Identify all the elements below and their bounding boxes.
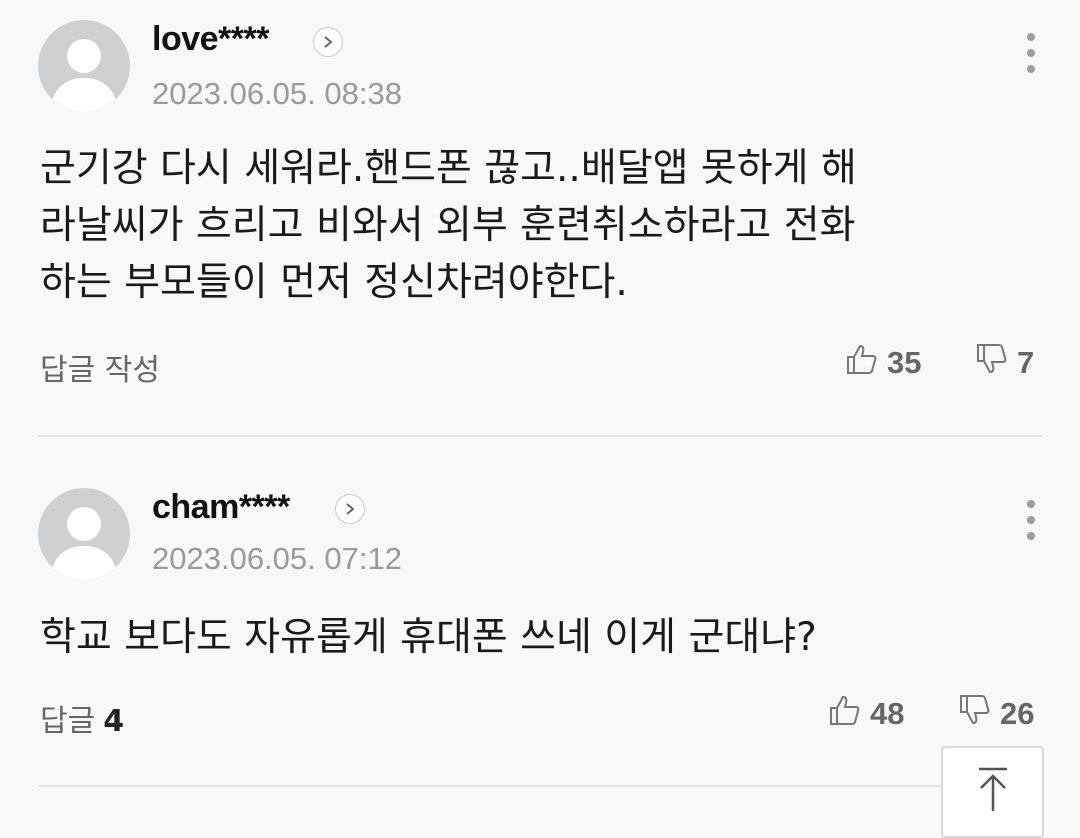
more-vertical-icon[interactable] — [1022, 497, 1040, 543]
reply-button[interactable]: 답글 4 — [40, 696, 124, 740]
thumbs-down-icon — [958, 693, 992, 735]
thumbs-up-icon — [845, 342, 879, 384]
reply-write-button[interactable]: 답글 작성 — [40, 345, 160, 389]
comment-body: 군기강 다시 세워라.핸드폰 끊고..배달앱 못하게 해 라날씨가 흐리고 비와… — [40, 146, 857, 305]
like-count: 35 — [887, 345, 922, 380]
like-button[interactable]: 35 — [845, 342, 921, 384]
comment-body: 학교 보다도 자유롭게 휴대폰 쓰네 이게 군대냐? — [40, 615, 817, 660]
dislike-button[interactable]: 26 — [958, 693, 1034, 735]
dislike-count: 7 — [1017, 345, 1035, 380]
reply-label: 답글 — [40, 704, 96, 739]
like-button[interactable]: 48 — [828, 693, 904, 735]
scroll-top-button[interactable] — [941, 746, 1044, 838]
comment-timestamp: 2023.06.05. 07:12 — [152, 541, 402, 576]
reply-count: 4 — [103, 704, 125, 739]
dislike-count: 26 — [1000, 696, 1035, 731]
more-vertical-icon[interactable] — [1022, 30, 1040, 76]
comment-username[interactable]: love**** — [152, 20, 269, 59]
comment-timestamp: 2023.06.05. 08:38 — [152, 76, 402, 111]
comment-divider — [38, 785, 1042, 787]
default-avatar-icon[interactable] — [38, 488, 130, 580]
reply-label: 답글 작성 — [40, 353, 160, 388]
comment-username[interactable]: cham**** — [152, 488, 290, 527]
default-avatar-icon[interactable] — [38, 20, 130, 112]
chevron-right-icon[interactable] — [335, 494, 365, 524]
arrow-up-icon — [973, 766, 1013, 818]
thumbs-up-icon — [828, 693, 862, 735]
chevron-right-icon[interactable] — [313, 27, 343, 57]
dislike-button[interactable]: 7 — [975, 342, 1034, 384]
comment-item: love**** 2023.06.05. 08:38 군기강 다시 세워라.핸드… — [0, 0, 1080, 436]
comment-item: cham**** 2023.06.05. 07:12 학교 보다도 자유롭게 휴… — [0, 437, 1080, 787]
thumbs-down-icon — [975, 342, 1009, 384]
like-count: 48 — [870, 696, 905, 731]
